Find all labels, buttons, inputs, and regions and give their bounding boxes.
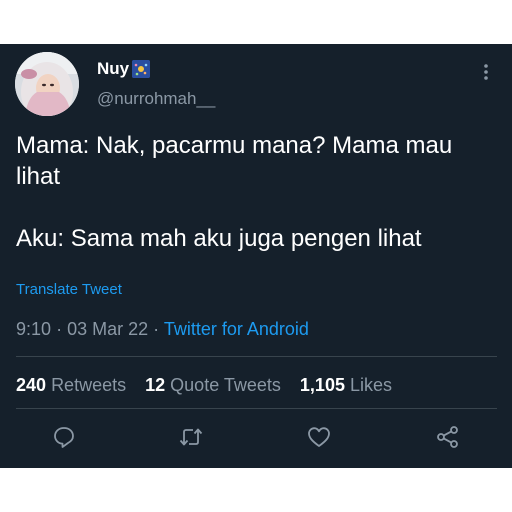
author-display-name: Nuy [97, 59, 130, 78]
meta-separator: · [153, 319, 160, 339]
retweets-stat[interactable]: 240 Retweets [16, 375, 126, 395]
meta-separator: · [56, 319, 63, 339]
sparkle-emoji-icon [132, 60, 151, 78]
likes-label: Likes [349, 375, 393, 395]
quote-tweets-stat[interactable]: 12 Quote Tweets [145, 375, 281, 395]
author-name[interactable]: Nuy [97, 59, 151, 79]
tweet-line: Aku: Sama mah aku juga pengen lihat [16, 225, 422, 252]
tweet-meta: 9:10 · 03 Mar 22 · Twitter for Android [16, 319, 309, 340]
quote-tweets-label: Quote Tweets [170, 375, 281, 395]
likes-stat[interactable]: 1,105 Likes [300, 375, 392, 395]
retweets-label: Retweets [51, 375, 127, 395]
retweets-count: 240 [16, 375, 47, 395]
divider [16, 356, 497, 357]
reply-icon[interactable] [51, 424, 77, 450]
avatar[interactable] [15, 52, 79, 116]
author-handle[interactable]: @nurrohmah__ [97, 89, 215, 109]
tweet-date[interactable]: 03 Mar 22 [67, 319, 148, 339]
tweet-text: Mama: Nak, pacarmu mana? Mama mau lihat … [16, 130, 501, 254]
tweet-line: Mama: Nak, pacarmu mana? Mama mau lihat [16, 132, 453, 190]
tweet-stats: 240 Retweets 12 Quote Tweets 1,105 Likes [16, 375, 406, 396]
more-vertical-icon[interactable] [479, 62, 493, 82]
heart-icon[interactable] [306, 424, 332, 450]
tweet-source-link[interactable]: Twitter for Android [164, 319, 309, 339]
share-icon[interactable] [435, 424, 461, 450]
avatar-image [15, 52, 79, 116]
retweet-icon[interactable] [178, 424, 204, 450]
divider [16, 408, 497, 409]
quote-tweets-count: 12 [145, 375, 166, 395]
tweet-time[interactable]: 9:10 [16, 319, 51, 339]
translate-tweet-link[interactable]: Translate Tweet [16, 281, 122, 298]
tweet-card: Nuy @nurrohmah__ Mama: Nak, pacarmu mana… [0, 44, 512, 468]
likes-count: 1,105 [299, 375, 345, 395]
